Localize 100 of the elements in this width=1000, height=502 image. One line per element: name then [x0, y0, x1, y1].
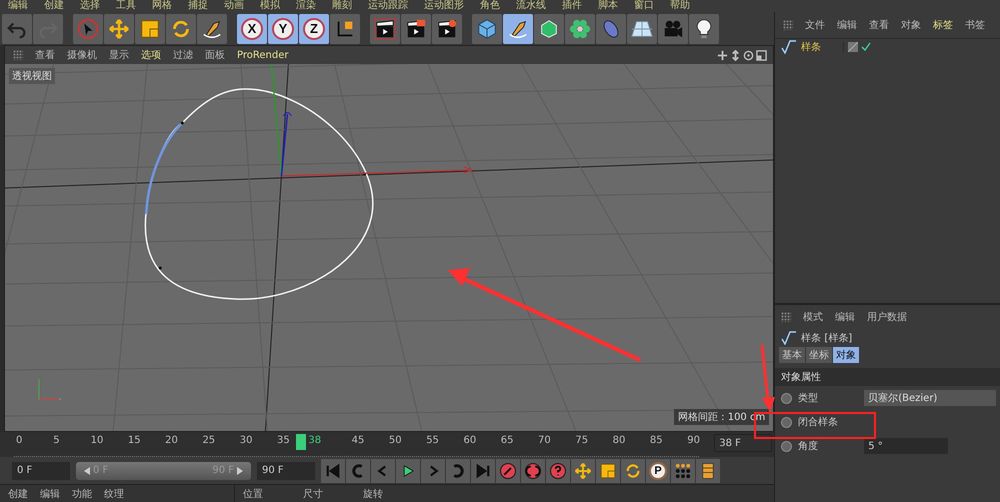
maximize-icon[interactable]: [756, 50, 768, 60]
coord-tool-button[interactable]: [330, 14, 360, 44]
layer-icon[interactable]: [848, 42, 858, 52]
key-param-button[interactable]: P: [646, 458, 670, 482]
menu-item[interactable]: 过滤: [173, 48, 193, 62]
panel-tab[interactable]: 旋转: [363, 486, 383, 500]
keyhelp-button[interactable]: [546, 458, 570, 482]
playhead-handle[interactable]: [296, 434, 306, 450]
panel-tab[interactable]: 创建: [8, 486, 28, 500]
last-button[interactable]: [471, 458, 495, 482]
checkmark-icon[interactable]: [861, 42, 872, 52]
pan-icon[interactable]: [717, 50, 728, 60]
menu-item[interactable]: 查看: [869, 18, 890, 32]
animate-radio-icon[interactable]: [781, 392, 792, 404]
cursor-icon: [77, 18, 99, 40]
menu-item[interactable]: 用户数据: [867, 310, 908, 324]
cloner-tool-button[interactable]: [565, 14, 595, 44]
menu-item[interactable]: 编辑: [835, 310, 856, 324]
attribute-tab[interactable]: 对象: [833, 347, 860, 363]
frame-tick-label: 75: [575, 435, 588, 446]
menu-item[interactable]: 选项: [141, 48, 161, 62]
menu-item[interactable]: 运动图形: [424, 0, 464, 12]
menu-item[interactable]: 帮助: [670, 0, 690, 12]
menu-item[interactable]: ProRender: [237, 50, 288, 60]
scale-tool-button[interactable]: [135, 14, 165, 44]
panel-tab[interactable]: 位置: [243, 486, 263, 500]
floor-tool-button[interactable]: [627, 14, 657, 44]
menu-item[interactable]: 选择: [80, 0, 100, 12]
menu-item[interactable]: 编辑: [8, 0, 28, 12]
panel-tab[interactable]: 编辑: [40, 486, 60, 500]
menu-item[interactable]: 网格: [152, 0, 172, 12]
frame-tick-label: 70: [538, 435, 551, 446]
film-button[interactable]: [696, 458, 720, 482]
menu-item[interactable]: 运动跟踪: [368, 0, 408, 12]
menu-item[interactable]: 创建: [44, 0, 64, 12]
render-view-tool-button[interactable]: [370, 14, 400, 44]
frame-tick-label: 0: [16, 435, 22, 446]
move-tool-button[interactable]: [104, 14, 134, 44]
menu-item[interactable]: 脚本: [598, 0, 618, 12]
menu-item[interactable]: 工具: [116, 0, 136, 12]
play-button[interactable]: [396, 458, 420, 482]
end-frame-field[interactable]: 90 F: [257, 462, 315, 480]
attribute-tab[interactable]: 基本: [779, 347, 806, 363]
rotate-tool-button[interactable]: [166, 14, 196, 44]
spline-pen-tool-button[interactable]: [503, 14, 533, 44]
pen-tool-button[interactable]: [197, 14, 227, 44]
render-tool-button[interactable]: [401, 14, 431, 44]
start-frame-field[interactable]: 0 F: [12, 462, 70, 480]
attribute-tab[interactable]: 坐标: [806, 347, 832, 363]
animate-radio-icon[interactable]: [781, 440, 792, 452]
frame-tick-label: 60: [463, 435, 476, 446]
panel-tab[interactable]: 尺寸: [303, 486, 323, 500]
next-key-button[interactable]: [446, 458, 470, 482]
polygon-tool-button[interactable]: [534, 14, 564, 44]
panel-tab[interactable]: 纹理: [104, 486, 124, 500]
menu-item[interactable]: 显示: [109, 48, 129, 62]
frame-tick-label: 15: [128, 435, 141, 446]
number-field[interactable]: 5 °: [864, 438, 948, 454]
spline-icon: [781, 331, 798, 345]
menu-item[interactable]: 摄像机: [67, 48, 97, 62]
deformer-tool-button[interactable]: [596, 14, 626, 44]
menu-item[interactable]: 书签: [965, 18, 986, 32]
select-tool-button[interactable]: [73, 14, 103, 44]
orbit-icon[interactable]: [743, 50, 754, 60]
key-scale-button[interactable]: [596, 458, 620, 482]
left-triangle-icon[interactable]: [84, 466, 90, 474]
object-name[interactable]: 样条: [801, 40, 840, 54]
menu-item[interactable]: 动画: [224, 0, 244, 12]
cube-tool-button[interactable]: [472, 14, 502, 44]
menu-item[interactable]: 编辑: [837, 18, 858, 32]
light-tool-button[interactable]: [689, 14, 719, 44]
menu-item[interactable]: 模式: [803, 310, 824, 324]
menu-item[interactable]: 查看: [35, 48, 55, 62]
key-points-button[interactable]: [671, 458, 695, 482]
menu-item[interactable]: 角色: [480, 0, 500, 12]
field-label: 类型: [798, 392, 820, 405]
spline-curve[interactable]: [144, 88, 374, 300]
move-arrows-icon: [108, 18, 130, 40]
zoom-arrows-icon[interactable]: [730, 50, 742, 60]
autokey-button[interactable]: [521, 458, 545, 482]
prev-key-button[interactable]: [346, 458, 370, 482]
type-dropdown[interactable]: 贝塞尔(Bezier): [864, 390, 996, 406]
axis-tool-button[interactable]: Y: [268, 14, 298, 44]
record-button[interactable]: [496, 458, 520, 482]
render-settings-tool-button[interactable]: [432, 14, 462, 44]
menu-item[interactable]: 文件: [805, 18, 826, 32]
animate-radio-icon[interactable]: [781, 416, 792, 428]
undo-tool-button[interactable]: [2, 14, 32, 44]
panel-tab[interactable]: 功能: [72, 486, 92, 500]
first-button[interactable]: [321, 458, 345, 482]
menu-item[interactable]: 对象: [901, 18, 922, 32]
current-frame-field[interactable]: 38 F: [714, 434, 772, 452]
menu-item[interactable]: 面板: [205, 48, 225, 62]
key-rotate-button[interactable]: [621, 458, 645, 482]
key-move-button[interactable]: [571, 458, 595, 482]
right-triangle-icon[interactable]: [237, 466, 243, 474]
menu-item[interactable]: 插件: [562, 0, 582, 12]
menu-item[interactable]: 标签: [933, 18, 954, 32]
axis-tool-button[interactable]: X: [237, 14, 267, 44]
axis-tool-button[interactable]: Z: [299, 14, 329, 44]
